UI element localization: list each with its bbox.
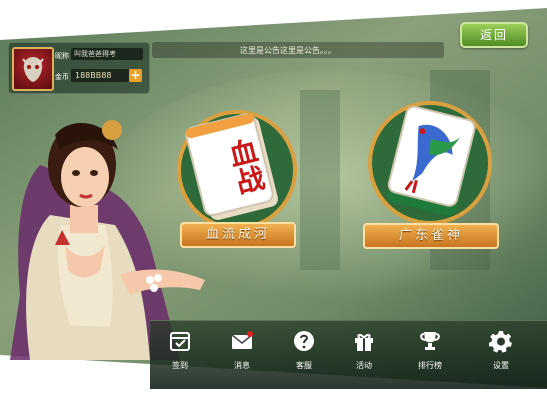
game-card-xueliu[interactable]: 血战 血流成河 (172, 110, 302, 255)
calendar-check-icon (170, 332, 190, 351)
nav-settings-tab[interactable]: 设置 (477, 325, 525, 383)
nav-signin-tab[interactable]: 签到 (156, 325, 204, 383)
nav-events-label: 活动 (356, 361, 372, 370)
dragon-avatar-icon (22, 57, 44, 82)
nav-leaderboard-tab[interactable]: 排行榜 (406, 325, 454, 383)
add-coins-button[interactable]: + (129, 69, 142, 82)
help-icon (294, 331, 314, 351)
gift-icon (355, 333, 373, 351)
game-card-guangdong[interactable]: 广东雀神 (355, 100, 505, 255)
game-title-guangdong: 广东雀神 (363, 223, 499, 249)
announcement-bar: 这里是公告这里是公告。。。 (152, 42, 444, 58)
nav-leaderboard-label: 排行榜 (418, 361, 442, 370)
trophy-icon (420, 332, 440, 350)
player-info-panel: 昵称 叫我爸爸得考 金币 188BB88 + (8, 42, 150, 94)
nav-events-tab[interactable]: 活动 (340, 325, 388, 383)
nav-signin-label: 签到 (172, 361, 188, 370)
avatar[interactable] (12, 47, 54, 91)
coins-value: 188BB88 (71, 69, 129, 82)
mail-icon (231, 331, 253, 349)
game-lobby: 昵称 叫我爸爸得考 金币 188BB88 + 这里是公告这里是公告。。。 返回 … (0, 0, 547, 401)
bottom-nav-bar: 签到 消息 客服 活动 排行榜 设置 (150, 320, 547, 389)
nav-settings-label: 设置 (493, 361, 509, 370)
mahjong-tile-bird-icon (368, 101, 492, 225)
announcement-text: 这里是公告这里是公告。。。 (240, 46, 336, 55)
game-title-xueliu: 血流成河 (180, 222, 296, 248)
nickname-value: 叫我爸爸得考 (71, 48, 143, 60)
nav-support-label: 客服 (296, 361, 312, 370)
back-button[interactable]: 返回 (460, 22, 528, 48)
nickname-label: 昵称 (55, 52, 69, 60)
nav-support-tab[interactable]: 客服 (280, 325, 328, 383)
nav-messages-label: 消息 (234, 361, 250, 370)
nav-messages-tab[interactable]: 消息 (218, 325, 266, 383)
coins-label: 金币 (55, 73, 69, 81)
gear-icon (489, 331, 512, 353)
